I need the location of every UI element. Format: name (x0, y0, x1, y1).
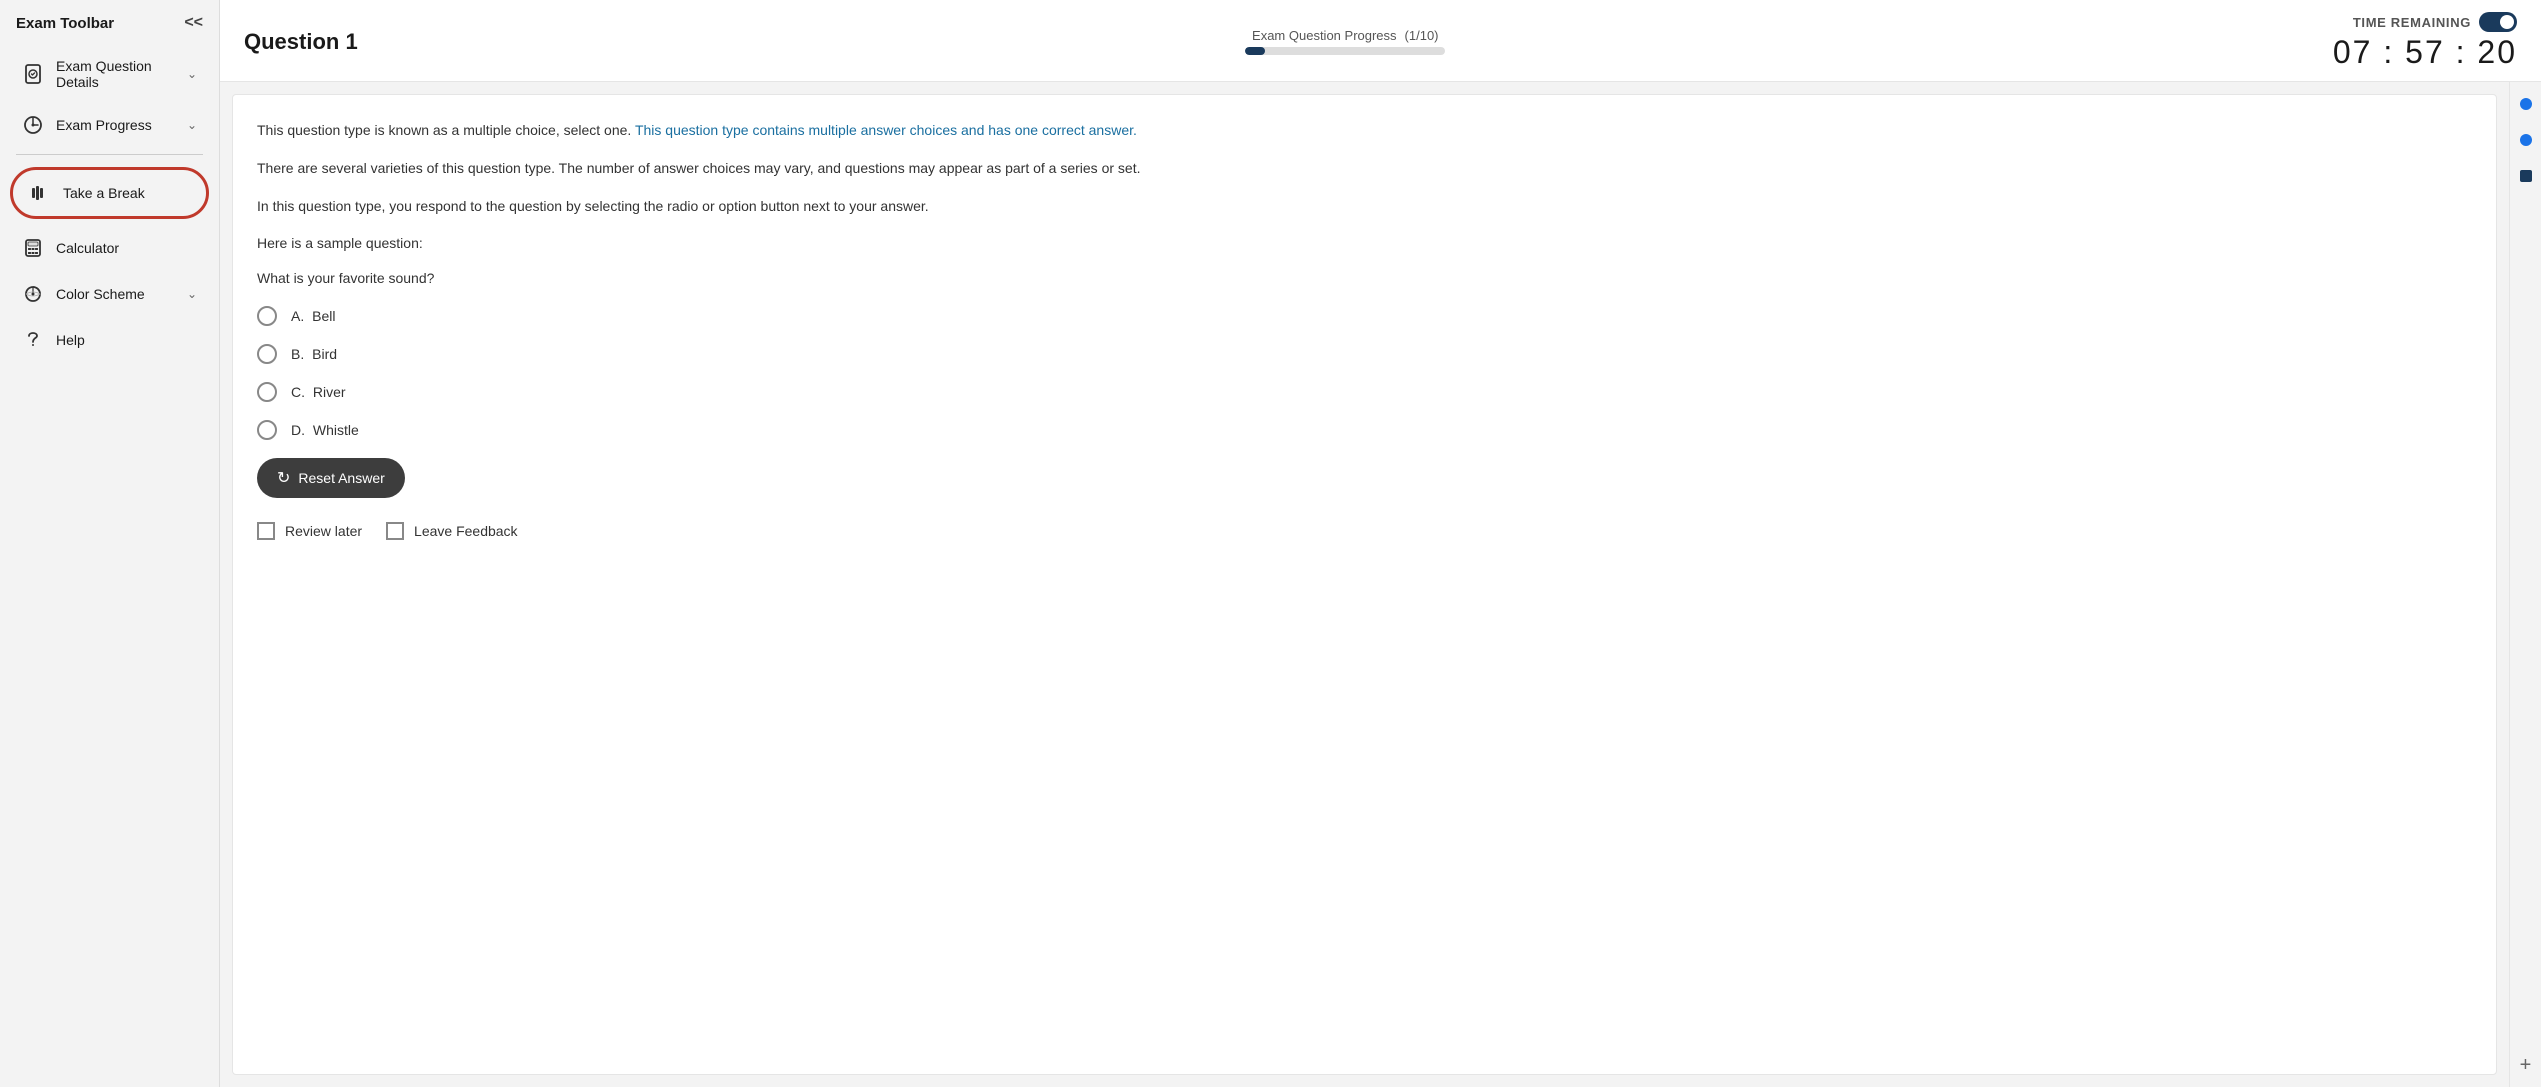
option-a-text: A. Bell (291, 308, 335, 324)
sidebar-item-calculator[interactable]: Calculator (6, 225, 213, 271)
sidebar: Exam Toolbar << Exam Question Details ⌄ (0, 0, 220, 1087)
right-icon-3[interactable] (2514, 164, 2538, 188)
colorscheme-icon (22, 283, 44, 305)
option-d-value: Whistle (313, 422, 359, 438)
option-c-value: River (313, 384, 346, 400)
footer-actions: Review later Leave Feedback (257, 522, 2464, 540)
progress-bar-fill (1245, 47, 1265, 55)
sidebar-divider (16, 154, 203, 155)
chevron-down-icon-3: ⌄ (187, 287, 197, 301)
right-icon-2[interactable] (2514, 128, 2538, 152)
sidebar-item-take-break-label: Take a Break (63, 185, 190, 201)
page-title: Question 1 (244, 29, 358, 55)
reset-icon: ↻ (277, 468, 290, 488)
right-icon-1[interactable] (2514, 92, 2538, 116)
main-area: Question 1 Exam Question Progress (1/10)… (220, 0, 2541, 1087)
reset-button-label: Reset Answer (298, 470, 384, 486)
collapse-button[interactable]: << (184, 14, 203, 32)
timer-value: 07 : 57 : 20 (2333, 34, 2517, 71)
radio-d[interactable] (257, 420, 277, 440)
option-d-letter: D. (291, 422, 305, 438)
sidebar-item-exam-progress-label: Exam Progress (56, 117, 175, 133)
sidebar-nav: Exam Question Details ⌄ Exam Progress ⌄ (0, 42, 219, 367)
option-b[interactable]: B. Bird (257, 344, 2464, 364)
question-text: What is your favorite sound? (257, 270, 2464, 286)
option-b-letter: B. (291, 346, 304, 362)
sidebar-header: Exam Toolbar << (0, 0, 219, 42)
radio-b[interactable] (257, 344, 277, 364)
option-c-letter: C. (291, 384, 305, 400)
sidebar-item-color-scheme-label: Color Scheme (56, 286, 175, 302)
timer-label-row: TIME REMAINING (2353, 12, 2517, 32)
reset-answer-button[interactable]: ↻ Reset Answer (257, 458, 405, 498)
leave-feedback-checkbox[interactable] (386, 522, 404, 540)
sidebar-item-take-break[interactable]: Take a Break (10, 167, 209, 219)
option-a[interactable]: A. Bell (257, 306, 2464, 326)
progress-text: Exam Question Progress (1252, 28, 1397, 43)
timer-label: TIME REMAINING (2353, 15, 2471, 30)
sample-intro: Here is a sample question: (257, 232, 2464, 256)
plus-icon[interactable]: + (2514, 1053, 2538, 1077)
break-icon (29, 182, 51, 204)
right-sidebar: + (2509, 82, 2541, 1087)
sidebar-item-calculator-label: Calculator (56, 240, 197, 256)
calculator-icon (22, 237, 44, 259)
sidebar-item-color-scheme[interactable]: Color Scheme ⌄ (6, 271, 213, 317)
question-content: This question type is known as a multipl… (232, 94, 2497, 1075)
option-a-value: Bell (312, 308, 335, 324)
option-a-letter: A. (291, 308, 304, 324)
radio-a[interactable] (257, 306, 277, 326)
leave-feedback-item[interactable]: Leave Feedback (386, 522, 518, 540)
timer-toggle[interactable] (2479, 12, 2517, 32)
radio-c[interactable] (257, 382, 277, 402)
description-highlight: This question type contains multiple ans… (635, 122, 1137, 138)
progress-count: (1/10) (1405, 28, 1439, 43)
sidebar-item-help[interactable]: Help (6, 317, 213, 363)
review-later-item[interactable]: Review later (257, 522, 362, 540)
chevron-down-icon: ⌄ (187, 67, 197, 81)
progress-icon (22, 114, 44, 136)
sidebar-item-exam-question-details-label: Exam Question Details (56, 58, 175, 90)
option-c-text: C. River (291, 384, 346, 400)
sidebar-item-exam-question-details[interactable]: Exam Question Details ⌄ (6, 46, 213, 102)
option-c[interactable]: C. River (257, 382, 2464, 402)
progress-bar-container (1245, 47, 1445, 55)
sidebar-title: Exam Toolbar (16, 15, 114, 32)
help-icon (22, 329, 44, 351)
leave-feedback-label: Leave Feedback (414, 523, 518, 539)
review-later-label: Review later (285, 523, 362, 539)
option-b-value: Bird (312, 346, 337, 362)
top-header: Question 1 Exam Question Progress (1/10)… (220, 0, 2541, 82)
sidebar-item-help-label: Help (56, 332, 197, 348)
chevron-down-icon-2: ⌄ (187, 118, 197, 132)
sidebar-item-exam-progress[interactable]: Exam Progress ⌄ (6, 102, 213, 148)
option-b-text: B. Bird (291, 346, 337, 362)
question-description-2: There are several varieties of this ques… (257, 157, 2464, 181)
document-icon (22, 63, 44, 85)
review-later-checkbox[interactable] (257, 522, 275, 540)
progress-section: Exam Question Progress (1/10) (1245, 28, 1445, 55)
progress-label-row: Exam Question Progress (1/10) (1252, 28, 1438, 43)
timer-section: TIME REMAINING 07 : 57 : 20 (2333, 12, 2517, 71)
option-d-text: D. Whistle (291, 422, 359, 438)
question-description-3: In this question type, you respond to th… (257, 195, 2464, 219)
option-d[interactable]: D. Whistle (257, 420, 2464, 440)
question-description-1: This question type is known as a multipl… (257, 119, 2464, 143)
description-plain: This question type is known as a multipl… (257, 122, 631, 138)
